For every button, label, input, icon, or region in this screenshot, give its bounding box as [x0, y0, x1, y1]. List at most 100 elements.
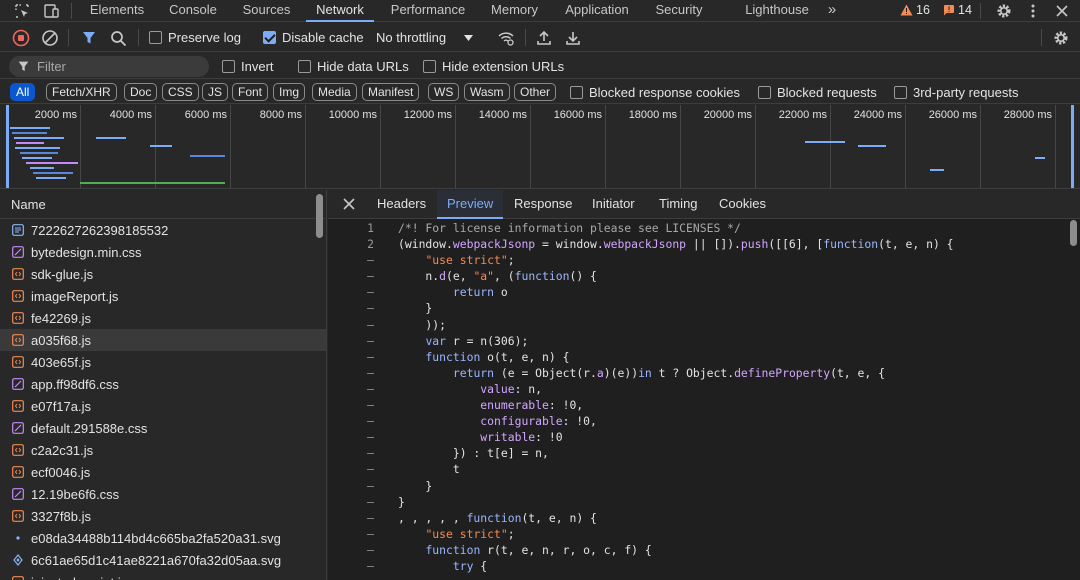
import-har-icon[interactable] — [535, 29, 553, 47]
request-row[interactable]: app.ff98df6.css — [0, 373, 326, 395]
preserve-log-box[interactable] — [149, 31, 162, 44]
issues-counter[interactable]: 14 — [943, 3, 972, 17]
close-devtools-icon[interactable] — [1053, 2, 1071, 20]
code-line: –, , , , , function(t, e, n) { — [367, 510, 597, 525]
overview-left-handle[interactable] — [6, 105, 9, 188]
request-list-scrollbar[interactable] — [316, 194, 323, 238]
tab-security[interactable]: Security — [654, 0, 704, 22]
hide-extension-urls-box[interactable] — [423, 60, 436, 73]
timeline-tick — [380, 105, 381, 188]
tab-memory[interactable]: Memory — [490, 0, 539, 22]
request-row[interactable]: e07f17a.js — [0, 395, 326, 417]
request-row[interactable]: bytedesign.min.css — [0, 241, 326, 263]
inspect-element-icon[interactable] — [13, 2, 31, 20]
type-chip-doc[interactable]: Doc — [124, 83, 158, 101]
request-row[interactable]: injected_script.js — [0, 571, 326, 580]
tab-sources[interactable]: Sources — [242, 0, 291, 22]
timeline-tick — [980, 105, 981, 188]
close-detail-icon[interactable] — [342, 197, 356, 211]
blocked-requests-box[interactable] — [758, 86, 771, 99]
request-row[interactable]: 7222627262398185532 — [0, 219, 326, 241]
code-preview-scrollbar[interactable] — [1070, 220, 1077, 246]
blocked-requests-checkbox[interactable]: Blocked requests — [758, 85, 877, 100]
request-row[interactable]: 6c61ae65d1c41ae8221a670fa32d05aa.svg — [0, 549, 326, 571]
network-settings-gear-icon[interactable] — [1052, 29, 1070, 47]
type-chip-js[interactable]: JS — [202, 83, 229, 101]
request-row[interactable]: 3327f8b.js — [0, 505, 326, 527]
disable-cache-box[interactable] — [263, 31, 276, 44]
name-column-header[interactable]: Name — [0, 190, 326, 219]
filter-field[interactable] — [9, 56, 209, 77]
tab-headers[interactable]: Headers — [377, 190, 426, 219]
export-har-icon[interactable] — [564, 29, 582, 47]
network-conditions-icon[interactable] — [497, 29, 515, 47]
type-chip-ws[interactable]: WS — [428, 83, 460, 101]
request-row[interactable]: sdk-glue.js — [0, 263, 326, 285]
more-options-icon[interactable] — [1024, 2, 1042, 20]
request-row[interactable]: imageReport.js — [0, 285, 326, 307]
tab-preview[interactable]: Preview — [437, 190, 504, 219]
tab-response[interactable]: Response — [514, 190, 573, 219]
request-row[interactable]: ecf0046.js — [0, 461, 326, 483]
type-chip-media[interactable]: Media — [312, 83, 357, 101]
invert-box[interactable] — [222, 60, 235, 73]
timeline-tick-label: 10000 ms — [328, 109, 377, 121]
request-row[interactable]: a035f68.js — [0, 329, 326, 351]
disable-cache-checkbox[interactable]: Disable cache — [263, 30, 364, 45]
clear-icon[interactable] — [41, 29, 59, 47]
tab-cookies[interactable]: Cookies — [719, 190, 766, 219]
blocked-response-cookies-checkbox[interactable]: Blocked response cookies — [570, 85, 740, 100]
request-row[interactable]: e08da34488b114bd4c665ba2fa520a31.svg — [0, 527, 326, 549]
type-chip-manifest[interactable]: Manifest — [362, 83, 420, 101]
blocked-response-cookies-box[interactable] — [570, 86, 583, 99]
type-chip-all[interactable]: All — [10, 83, 36, 101]
hide-data-urls-box[interactable] — [298, 60, 311, 73]
tab-timing[interactable]: Timing — [659, 190, 698, 219]
waterfall-bar — [150, 145, 172, 147]
device-toolbar-icon[interactable] — [42, 2, 60, 20]
type-chip-img[interactable]: Img — [273, 83, 306, 101]
request-row[interactable]: 403e65f.js — [0, 351, 326, 373]
preserve-log-checkbox[interactable]: Preserve log — [149, 30, 241, 45]
tab-network[interactable]: Network — [306, 0, 374, 22]
settings-gear-icon[interactable] — [995, 2, 1013, 20]
invert-checkbox[interactable]: Invert — [222, 59, 274, 74]
script-file-icon — [12, 576, 24, 580]
filter-input[interactable] — [37, 59, 197, 74]
overview-right-handle[interactable] — [1071, 105, 1074, 188]
code-preview[interactable]: 1/*! For license information please see … — [328, 220, 1068, 580]
tab-console[interactable]: Console — [169, 0, 217, 22]
request-row[interactable]: fe42269.js — [0, 307, 326, 329]
timeline-tick — [755, 105, 756, 188]
search-icon[interactable] — [109, 29, 127, 47]
filter-funnel-icon — [18, 61, 29, 71]
third-party-requests-box[interactable] — [894, 86, 907, 99]
hide-extension-urls-checkbox[interactable]: Hide extension URLs — [423, 59, 564, 74]
tab-lighthouse[interactable]: Lighthouse — [744, 0, 810, 22]
warnings-counter[interactable]: 16 — [900, 3, 930, 17]
type-chip-other[interactable]: Other — [514, 83, 557, 101]
tab-initiator[interactable]: Initiator — [592, 190, 635, 219]
type-chip-wasm[interactable]: Wasm — [464, 83, 510, 101]
tab-performance[interactable]: Performance — [389, 0, 467, 22]
network-overview-timeline[interactable]: 2000 ms 4000 ms 6000 ms 8000 ms 10000 ms… — [0, 105, 1080, 189]
script-file-icon — [12, 334, 24, 346]
throttling-select[interactable]: No throttling — [376, 30, 474, 45]
request-row[interactable]: 12.19be6f6.css — [0, 483, 326, 505]
hide-data-urls-checkbox[interactable]: Hide data URLs — [298, 59, 409, 74]
request-name: e08da34488b114bd4c665ba2fa520a31.svg — [31, 530, 281, 546]
type-chip-font[interactable]: Font — [232, 83, 269, 101]
tab-elements[interactable]: Elements — [89, 0, 145, 22]
type-chip-fetch-xhr[interactable]: Fetch/XHR — [46, 83, 117, 101]
type-chip-css[interactable]: CSS — [162, 83, 199, 101]
request-row[interactable]: default.291588e.css — [0, 417, 326, 439]
record-stop-icon[interactable] — [12, 29, 30, 47]
more-tabs-button[interactable]: » — [822, 0, 842, 22]
request-row[interactable]: c2a2c31.js — [0, 439, 326, 461]
filter-funnel-icon[interactable] — [80, 29, 98, 47]
tab-application[interactable]: Application — [563, 0, 631, 22]
request-name: c2a2c31.js — [31, 442, 94, 458]
timeline-tick — [1055, 105, 1056, 188]
third-party-requests-checkbox[interactable]: 3rd-party requests — [894, 85, 1019, 100]
network-toolbar: Preserve log Disable cache No throttling — [0, 23, 1080, 52]
